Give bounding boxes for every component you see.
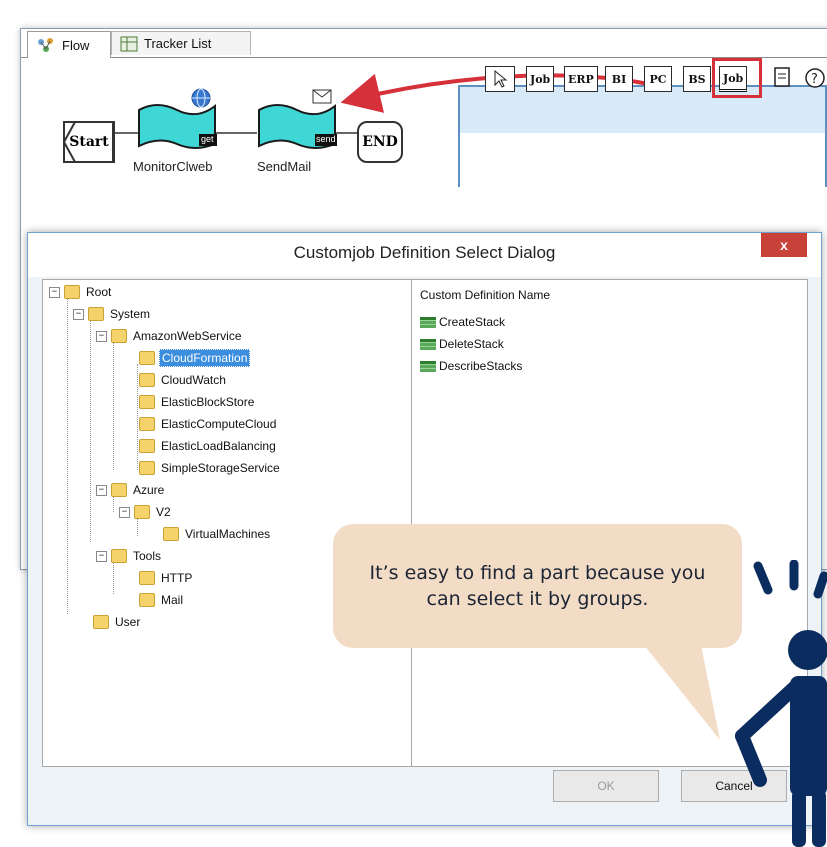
- callout-tail: [640, 640, 720, 740]
- person-figure-icon: [735, 560, 827, 847]
- speech-callout: It’s easy to find a part because you can…: [333, 524, 742, 648]
